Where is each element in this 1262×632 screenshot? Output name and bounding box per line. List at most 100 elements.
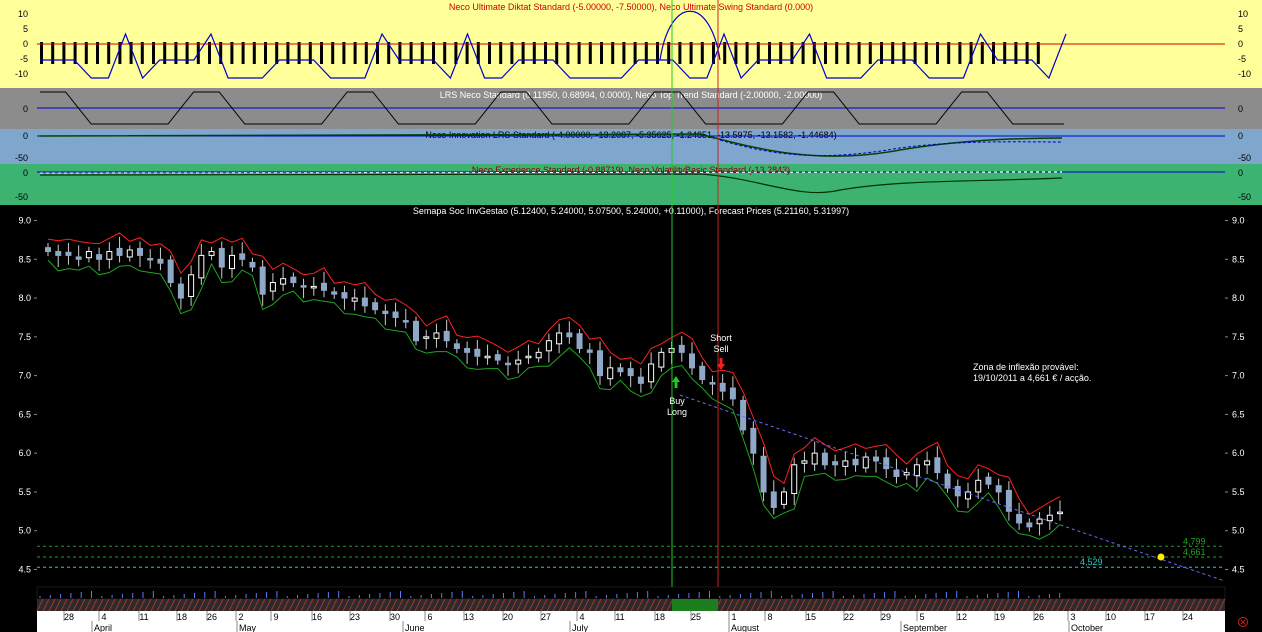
candle-body: [852, 458, 859, 466]
month-label: July: [572, 623, 589, 632]
swing-histogram-bar: [611, 42, 615, 64]
candle-body: [1036, 518, 1043, 525]
swing-histogram-bar: [62, 42, 66, 64]
day-label: 8: [767, 612, 772, 622]
candle-body: [566, 332, 573, 338]
swing-histogram-bar: [723, 42, 727, 64]
candle-body: [310, 285, 317, 289]
candle-body: [1016, 513, 1023, 524]
candle-body: [791, 464, 798, 494]
close-x-icon: [1240, 619, 1246, 625]
swing-histogram-bar: [185, 42, 189, 64]
swing-histogram-bar: [84, 42, 88, 64]
annotation-line-1: Zona de inflexão provável:: [973, 362, 1079, 372]
right-tick-label: 9.0: [1232, 216, 1245, 226]
swing-histogram-bar: [891, 42, 895, 64]
candle-body: [525, 355, 532, 359]
day-label: 1: [731, 612, 736, 622]
panel-tick-right: -50: [1238, 153, 1251, 163]
buy-label-2: Long: [667, 407, 687, 417]
candle-body: [453, 343, 460, 349]
candle-body: [709, 382, 716, 385]
panel-4-title: Neco Experience Standard (-0.88719), Nec…: [472, 165, 790, 175]
swing-histogram-bar: [140, 42, 144, 64]
candle-body: [239, 253, 246, 260]
day-label: 16: [312, 612, 322, 622]
swing-histogram-bar: [465, 42, 469, 64]
candle-body: [597, 350, 603, 377]
candle-body: [147, 258, 154, 261]
candle-body: [821, 452, 828, 466]
candle-body: [423, 336, 430, 339]
candle-body: [137, 247, 143, 256]
candle-body: [494, 354, 501, 361]
right-axis-strip-2: [1225, 88, 1262, 129]
swing-histogram-bar: [499, 42, 503, 64]
swing-histogram-bar: [700, 42, 704, 64]
day-label: 3: [1070, 612, 1075, 622]
day-label: 19: [995, 612, 1005, 622]
month-label: April: [94, 623, 112, 632]
candle-body: [617, 367, 624, 373]
swing-histogram-bar: [633, 42, 637, 64]
swing-histogram-bar: [443, 42, 447, 64]
swing-histogram-bar: [835, 42, 839, 64]
day-label: 15: [806, 612, 816, 622]
candle-body: [157, 258, 164, 264]
forecast-point: [1157, 553, 1165, 561]
day-label: 28: [64, 612, 74, 622]
month-label: October: [1071, 623, 1103, 632]
swing-histogram-bar: [275, 42, 279, 64]
annotation-line-2: 19/10/2011 a 4,661 € / acção.: [973, 373, 1091, 383]
right-tick-label: 6.0: [1232, 448, 1245, 458]
day-label: 26: [1034, 612, 1044, 622]
left-tick-label: 8.0: [18, 293, 31, 303]
sell-label-1: Short: [710, 333, 732, 343]
swing-histogram-bar: [656, 42, 659, 64]
candle-body: [648, 363, 655, 383]
candle-body: [484, 355, 491, 359]
close-chart-control[interactable]: [1238, 617, 1248, 627]
candle-body: [883, 457, 890, 470]
swing-histogram-bar: [521, 42, 525, 64]
candle-body: [55, 251, 62, 256]
day-label: 11: [615, 612, 624, 622]
swing-histogram-bar: [208, 42, 211, 64]
candle-body: [576, 333, 583, 349]
candle-body: [678, 344, 685, 353]
indicator-panel-4: Neco Experience Standard (-0.88719), Nec…: [37, 164, 1225, 205]
left-tick-label: 6.0: [18, 448, 31, 458]
swing-histogram-bar: [230, 42, 234, 64]
right-tick-label: 5.5: [1232, 487, 1245, 497]
candle-body: [535, 351, 542, 359]
candle-body: [85, 251, 92, 259]
swing-histogram-bar: [1014, 42, 1018, 64]
left-tick-label: 5.0: [18, 526, 31, 536]
swing-histogram-bar: [544, 42, 547, 64]
candle-body: [1026, 522, 1033, 528]
candle-body: [781, 491, 787, 505]
candle-body: [893, 469, 900, 477]
candle-body: [913, 464, 920, 477]
candle-body: [75, 256, 82, 260]
candle-body: [811, 452, 818, 465]
candle-body: [719, 382, 726, 392]
right-tick-label: 8.0: [1232, 293, 1245, 303]
candle-body: [556, 332, 563, 345]
candle-body: [392, 311, 399, 318]
swing-histogram-bar: [420, 42, 424, 64]
left-tick-label: 7.5: [18, 332, 31, 342]
candle-body: [331, 291, 338, 295]
swing-histogram-bar: [880, 42, 883, 64]
day-label: 18: [177, 612, 187, 622]
candle-body: [464, 347, 471, 353]
swing-histogram-bar: [857, 42, 861, 64]
swing-histogram-bar: [588, 42, 592, 64]
candle-body: [750, 427, 757, 454]
candle-body: [218, 247, 225, 268]
level-label: 4,661: [1183, 547, 1206, 557]
level-label: 4,529: [1080, 557, 1103, 567]
swing-histogram-bar: [241, 42, 245, 64]
panel-tick-right: -5: [1238, 54, 1246, 64]
panel-tick-left: -50: [15, 153, 28, 163]
